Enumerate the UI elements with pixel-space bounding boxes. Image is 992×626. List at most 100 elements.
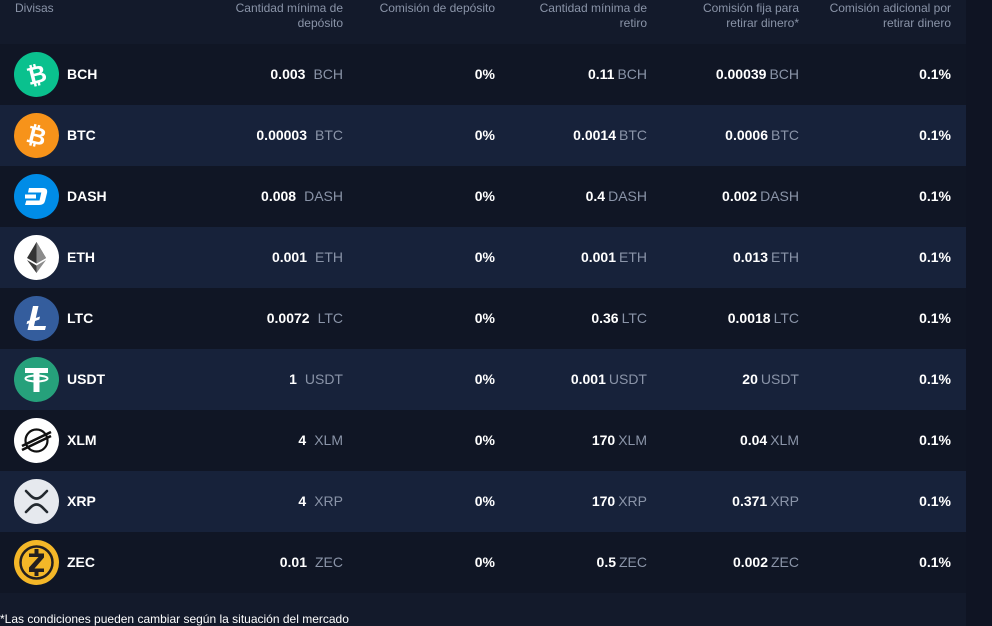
min-deposit-value: 1 [289,371,297,387]
extra-fee-cell: 0.1% [919,166,951,227]
deposit-fee-cell: 0% [475,410,495,471]
header-min-deposit-line2: depósito [297,16,343,30]
table-row-btc: ₿ BTC 0.00003 BTC 0% 0.0014 BTC 0.0006 BTC … [0,105,966,166]
min-withdraw-cell: 170 XRP [592,471,647,532]
deposit-fee-value: 0% [474,493,495,509]
extra-fee-value: 0.1% [919,310,951,326]
fixed-fee-unit: BCH [769,66,799,82]
extra-fee-value: 0.1% [919,249,951,265]
header-extra-fee: Comisión adicional por retirar dinero [830,1,951,31]
header-min-withdraw-line1: Cantidad mínima de [539,1,647,15]
deposit-fee-cell: 0% [475,532,495,593]
footer-note: *Las condiciones pueden cambiar según la… [0,612,349,626]
extra-fee-value: 0.1% [919,127,951,143]
min-deposit-value: 0.003 [270,66,306,82]
min-withdraw-value: 0.4 [585,188,606,204]
extra-fee-cell: 0.1% [919,532,951,593]
coin-name: XRP [67,493,96,509]
extra-fee-cell: 0.1% [919,410,951,471]
min-withdraw-unit: XLM [618,432,647,448]
min-deposit-value: 0.0072 [266,310,310,326]
min-deposit-cell: 0.001 ETH [272,227,343,288]
fixed-fee-cell: 0.00039 BCH [716,44,799,105]
min-withdraw-unit: BCH [617,66,647,82]
fixed-fee-value: 0.002 [722,188,758,204]
min-deposit-value: 0.00003 [256,127,307,143]
fixed-fee-value: 0.0018 [727,310,771,326]
fixed-fee-cell: 0.371 XRP [732,471,799,532]
tether-icon [14,357,59,402]
ripple-icon [14,479,59,524]
coin-name: ZEC [67,554,95,570]
min-withdraw-cell: 0.0014 BTC [573,105,647,166]
min-withdraw-unit: DASH [608,188,647,204]
min-withdraw-value: 170 [591,493,616,509]
header-min-withdraw: Cantidad mínima de retiro [540,1,647,31]
min-deposit-unit: XLM [314,432,343,448]
fixed-fee-value: 0.371 [732,493,768,509]
min-withdraw-cell: 170 XLM [592,410,647,471]
header-extra-fee-line2: retirar dinero [882,16,951,30]
fixed-fee-value: 0.013 [732,249,768,265]
header-min-withdraw-line2: retiro [619,16,647,30]
extra-fee-value: 0.1% [919,66,951,82]
min-withdraw-unit: USDT [608,371,647,387]
min-deposit-cell: 1 USDT [289,349,343,410]
min-withdraw-value: 0.11 [587,66,615,82]
fixed-fee-cell: 0.002 ZEC [733,532,799,593]
min-withdraw-cell: 0.001 USDT [571,349,647,410]
fixed-fee-value: 0.0006 [725,127,768,143]
min-deposit-cell: 0.0072 LTC [267,288,343,349]
min-deposit-value: 4 [298,493,307,509]
table-row-bch: ₿ BCH 0.003 BCH 0% 0.11 BCH 0.00039 BCH 0.1… [0,44,966,105]
min-withdraw-value: 0.36 [591,310,619,326]
table-row-xlm: XLM 4 XLM 0% 170 XLM 0.04 XLM 0.1% [0,410,966,471]
extra-fee-value: 0.1% [919,554,951,570]
table-row-eth: ETH 0.001 ETH 0% 0.001 ETH 0.013 ETH 0.1% [0,227,966,288]
min-deposit-unit: BTC [315,127,343,143]
extra-fee-cell: 0.1% [919,105,951,166]
deposit-fee-value: 0% [474,66,495,82]
header-fixed-fee: Comisión fija para retirar dinero* [703,1,799,31]
table-row-usdt: USDT 1 USDT 0% 0.001 USDT 20 USDT 0.1% [0,349,966,410]
extra-fee-value: 0.1% [919,432,951,448]
fixed-fee-cell: 0.002 DASH [722,166,799,227]
fixed-fee-cell: 0.0006 BTC [725,105,799,166]
min-withdraw-value: 0.001 [570,371,606,387]
extra-fee-cell: 0.1% [919,227,951,288]
coin-name: XLM [67,432,97,448]
fixed-fee-cell: 0.0018 LTC [728,288,799,349]
coin-name: LTC [67,310,94,326]
min-deposit-cell: 4 XLM [298,410,343,471]
min-withdraw-cell: 0.001 ETH [581,227,647,288]
header-min-deposit-line1: Cantidad mínima de [235,1,343,15]
fixed-fee-unit: USDT [760,371,799,387]
deposit-fee-cell: 0% [475,288,495,349]
min-deposit-unit: LTC [317,310,343,326]
min-withdraw-unit: LTC [621,310,647,326]
min-withdraw-cell: 0.36 LTC [591,288,647,349]
dash-icon [14,174,59,219]
fixed-fee-unit: LTC [773,310,799,326]
min-deposit-unit: DASH [304,188,343,204]
min-deposit-cell: 0.008 DASH [261,166,343,227]
fixed-fee-unit: XLM [770,432,799,448]
deposit-fee-value: 0% [474,249,495,265]
deposit-fee-value: 0% [474,554,495,570]
header-fixed-fee-line1: Comisión fija para [702,1,799,15]
fixed-fee-unit: ZEC [771,554,799,570]
header-extra-fee-line1: Comisión adicional por [829,1,951,15]
min-deposit-unit: XRP [314,493,343,509]
coin-name: ETH [67,249,95,265]
min-deposit-cell: 4 XRP [298,471,343,532]
table-body: ₿ BCH 0.003 BCH 0% 0.11 BCH 0.00039 BCH 0.1… [0,44,966,593]
min-withdraw-cell: 0.11 BCH [588,44,647,105]
extra-fee-value: 0.1% [919,371,951,387]
min-withdraw-unit: ETH [619,249,647,265]
min-deposit-cell: 0.00003 BTC [256,105,343,166]
table-row-ltc: LTC 0.0072 LTC 0% 0.36 LTC 0.0018 LTC 0.1% [0,288,966,349]
header-fixed-fee-line2: retirar dinero* [726,16,799,30]
stellar-icon [14,418,59,463]
header-currency: Divisas [15,1,54,15]
extra-fee-value: 0.1% [919,188,951,204]
